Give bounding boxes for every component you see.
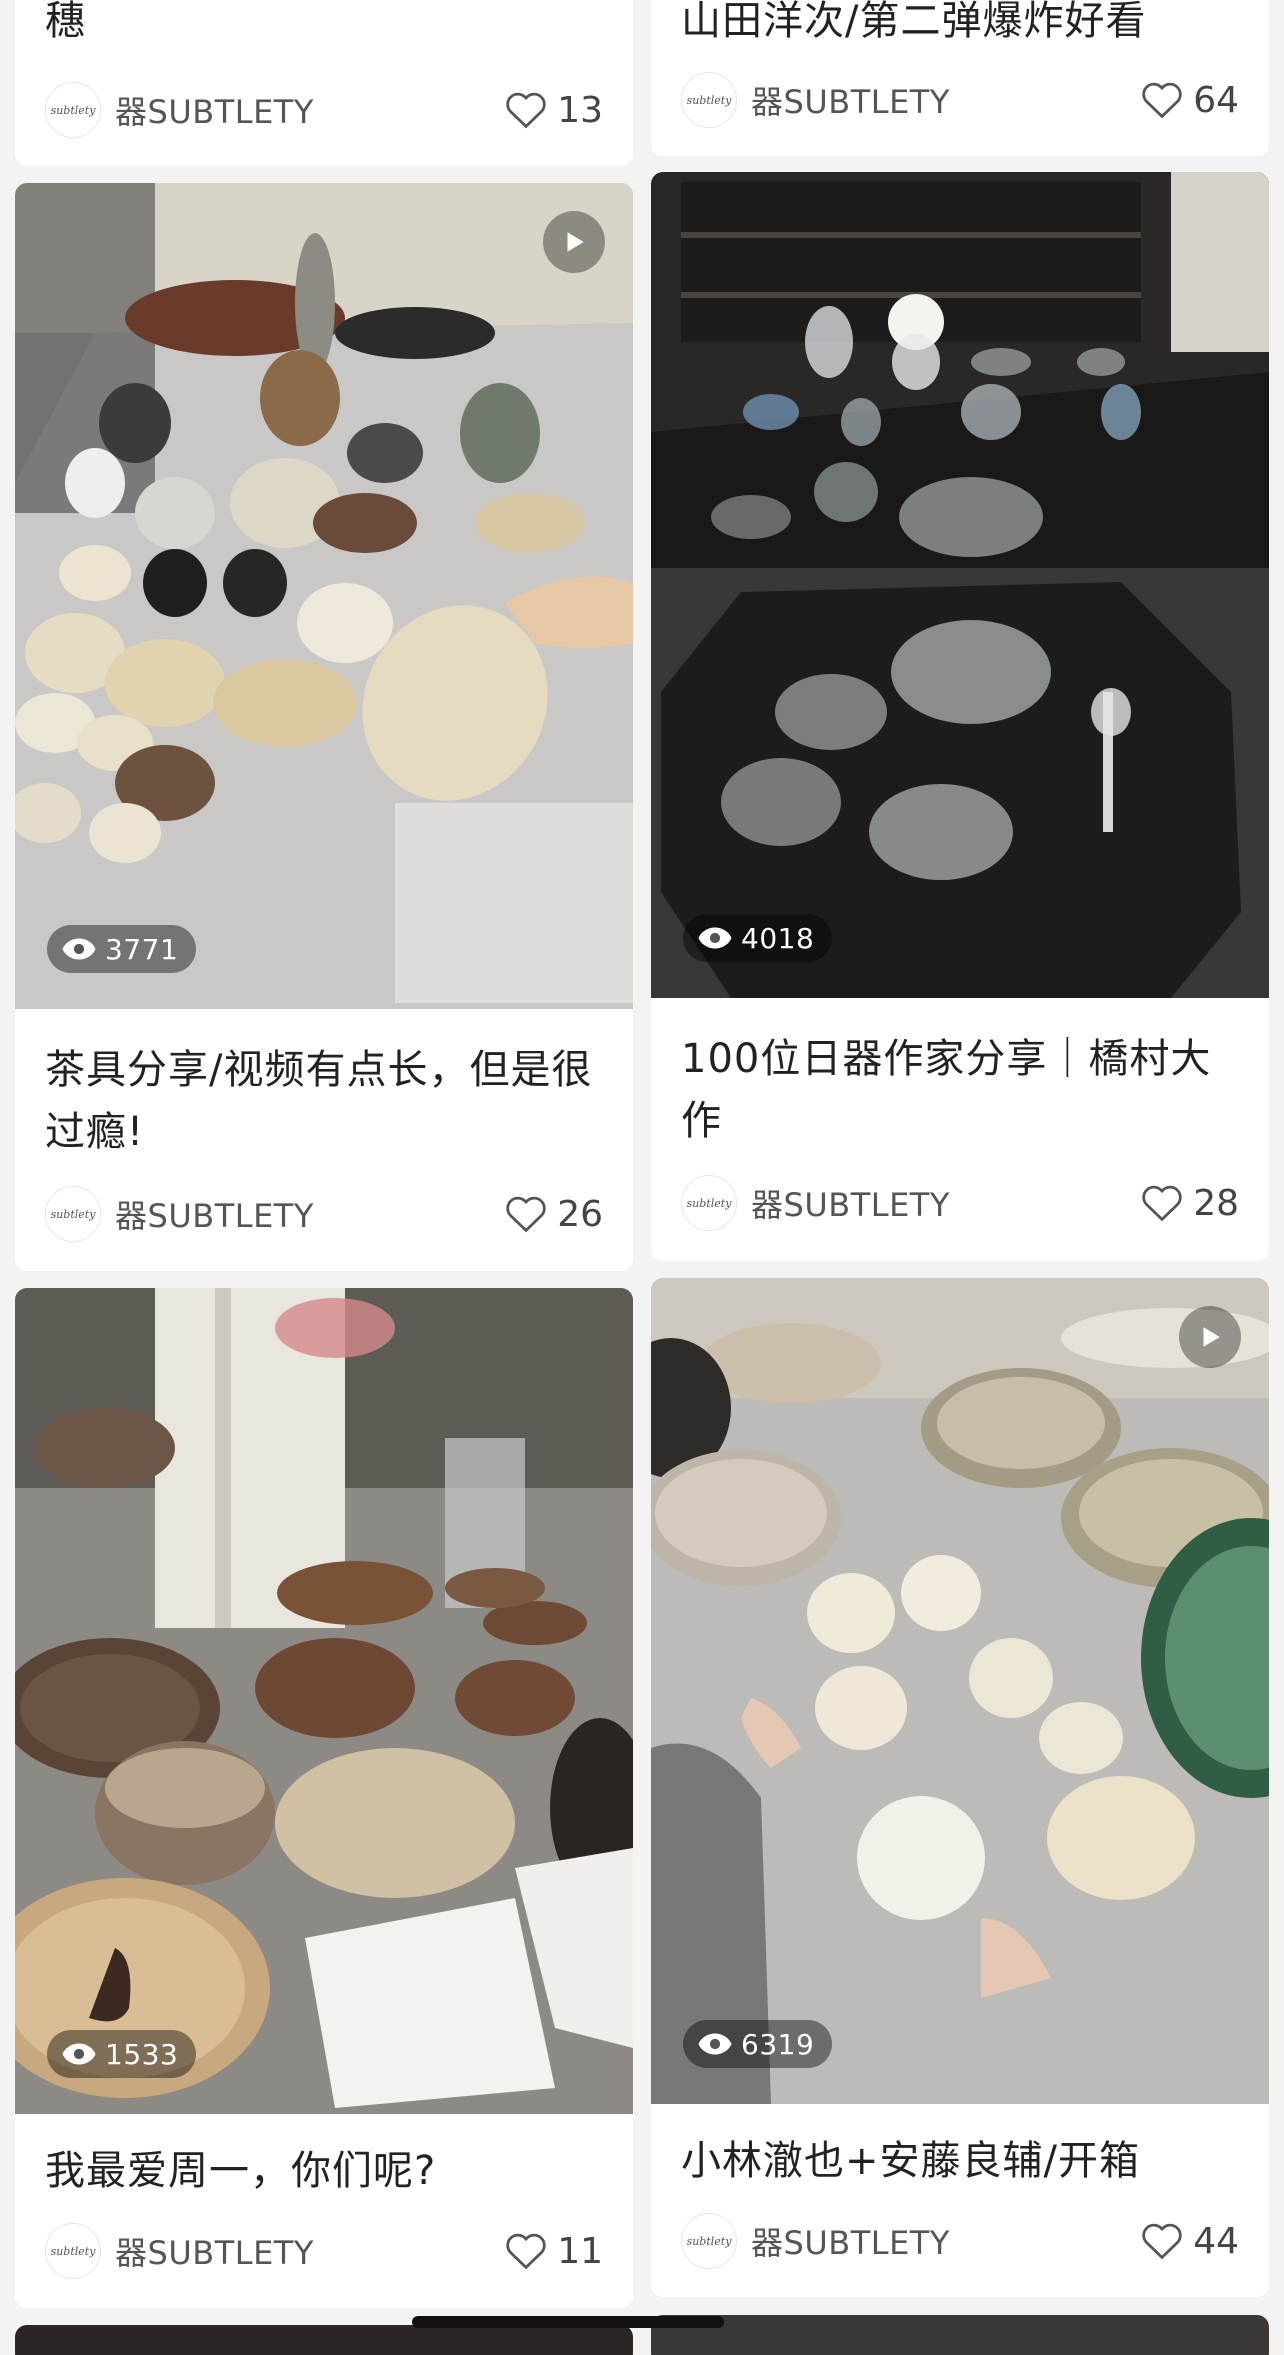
- like-button[interactable]: 11: [505, 2231, 603, 2272]
- like-count: 44: [1193, 2220, 1239, 2262]
- cover-image[interactable]: 4018: [651, 172, 1269, 998]
- heart-outline-icon: [1142, 82, 1182, 119]
- cover-image[interactable]: 6319: [651, 1278, 1269, 2104]
- avatar[interactable]: subtlety: [45, 2223, 101, 2279]
- view-count: 1533: [105, 2037, 179, 2071]
- note-meta: subtlety 器SUBTLETY 13: [45, 82, 603, 138]
- play-icon[interactable]: [543, 211, 605, 273]
- note-title: 穗: [45, 0, 86, 44]
- avatar[interactable]: subtlety: [45, 82, 101, 138]
- note-card[interactable]: 6319 小林澈也+安藤良辅/开箱 subtlety 器SUBTLETY 44: [651, 1278, 1269, 2297]
- author-name[interactable]: 器SUBTLETY: [115, 2228, 505, 2274]
- avatar[interactable]: subtlety: [45, 1186, 101, 1242]
- like-button[interactable]: 44: [1141, 2221, 1239, 2262]
- view-count-badge: 3771: [47, 925, 197, 973]
- note-meta: subtlety 器SUBTLETY 44: [681, 2213, 1239, 2269]
- view-count-badge: 6319: [683, 2020, 833, 2068]
- avatar[interactable]: subtlety: [681, 72, 737, 128]
- note-card[interactable]: 山田洋次/第二弹爆炸好看 subtlety 器SUBTLETY 64: [651, 0, 1269, 156]
- view-count: 3771: [105, 932, 179, 966]
- heart-outline-icon: [506, 1196, 546, 1233]
- glassware-photo: [651, 172, 1269, 998]
- view-count-badge: 1533: [47, 2030, 197, 2078]
- view-count-badge: 4018: [683, 914, 833, 962]
- note-meta: subtlety 器SUBTLETY 11: [45, 2223, 603, 2279]
- ceramics-photo: [651, 1278, 1269, 2104]
- heart-outline-icon: [506, 92, 546, 129]
- note-card[interactable]: 4018 100位日器作家分享｜橋村大作 subtlety 器SUBTLETY …: [651, 172, 1269, 1261]
- like-count: 28: [1193, 1182, 1239, 1224]
- eye-icon: [62, 2043, 96, 2065]
- note-meta: subtlety 器SUBTLETY 64: [681, 72, 1239, 128]
- author-name[interactable]: 器SUBTLETY: [751, 2218, 1141, 2264]
- eye-icon: [698, 2033, 732, 2055]
- note-title: 小林澈也+安藤良辅/开箱: [681, 2138, 1140, 2184]
- note-title: 100位日器作家分享｜橋村大作: [681, 1036, 1212, 1144]
- view-count: 4018: [741, 921, 815, 955]
- view-count: 6319: [741, 2027, 815, 2061]
- note-meta: subtlety 器SUBTLETY 28: [681, 1175, 1239, 1231]
- note-title: 我最爱周一，你们呢?: [45, 2148, 437, 2194]
- note-card[interactable]: 1533 我最爱周一，你们呢? subtlety 器SUBTLETY 11: [15, 1288, 633, 2308]
- like-count: 26: [557, 1193, 603, 1235]
- author-name[interactable]: 器SUBTLETY: [115, 87, 505, 133]
- note-feed: 穗 subtlety 器SUBTLETY 13 山田洋次/第二弹爆炸好看 sub…: [0, 0, 1284, 2355]
- cover-image[interactable]: 3771: [15, 183, 633, 1009]
- avatar[interactable]: subtlety: [681, 2213, 737, 2269]
- note-title: 山田洋次/第二弹爆炸好看: [681, 0, 1147, 44]
- note-meta: subtlety 器SUBTLETY 26: [45, 1186, 603, 1242]
- author-name[interactable]: 器SUBTLETY: [115, 1191, 505, 1237]
- like-button[interactable]: 28: [1141, 1183, 1239, 1224]
- note-title: 茶具分享/视频有点长，但是很过瘾!: [45, 1047, 593, 1155]
- like-button[interactable]: 26: [505, 1194, 603, 1235]
- note-card[interactable]: [651, 2315, 1269, 2355]
- note-card[interactable]: [15, 2325, 633, 2355]
- like-button[interactable]: 64: [1141, 80, 1239, 121]
- heart-outline-icon: [1142, 2223, 1182, 2260]
- play-icon[interactable]: [1179, 1306, 1241, 1368]
- eye-icon: [62, 938, 96, 960]
- author-name[interactable]: 器SUBTLETY: [751, 1180, 1141, 1226]
- heart-outline-icon: [1142, 1185, 1182, 1222]
- teaware-photo: [15, 183, 633, 1009]
- avatar[interactable]: subtlety: [681, 1175, 737, 1231]
- eye-icon: [698, 927, 732, 949]
- cover-image[interactable]: 1533: [15, 1288, 633, 2114]
- note-card[interactable]: 3771 茶具分享/视频有点长，但是很过瘾! subtlety 器SUBTLET…: [15, 183, 633, 1271]
- like-button[interactable]: 13: [505, 90, 603, 131]
- heart-outline-icon: [506, 2233, 546, 2270]
- note-card[interactable]: 穗 subtlety 器SUBTLETY 13: [15, 0, 633, 166]
- ceramics-photo: [15, 1288, 633, 2114]
- like-count: 11: [557, 2230, 603, 2272]
- author-name[interactable]: 器SUBTLETY: [751, 77, 1141, 123]
- like-count: 64: [1193, 79, 1239, 121]
- like-count: 13: [557, 89, 603, 131]
- home-indicator[interactable]: [412, 2316, 724, 2328]
